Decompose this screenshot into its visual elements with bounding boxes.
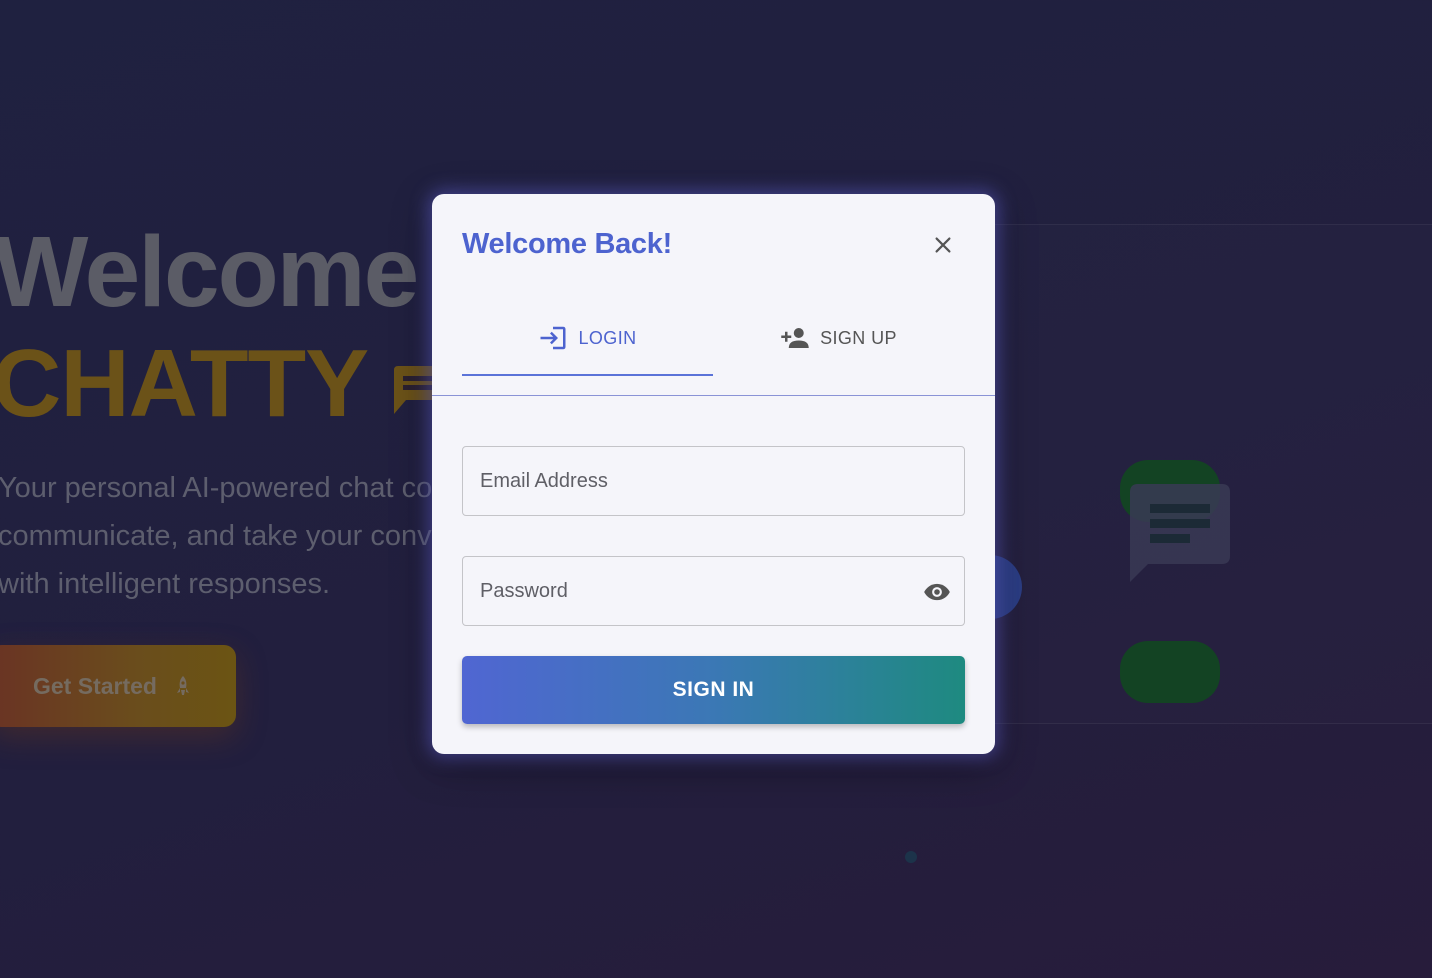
active-tab-indicator (462, 374, 713, 376)
email-placeholder: Email Address (480, 469, 608, 492)
hero-title-line2: CHATTY (0, 330, 369, 437)
login-icon (540, 326, 566, 350)
get-started-button: Get Started (0, 645, 236, 727)
password-placeholder: Password (480, 579, 568, 602)
tab-login[interactable]: LOGIN (462, 300, 713, 376)
tab-login-label: LOGIN (578, 327, 637, 348)
decorative-dot (905, 851, 917, 863)
eye-icon (924, 583, 950, 601)
chat-icon (1130, 484, 1230, 582)
person-add-icon (781, 328, 809, 348)
tabs-divider (432, 395, 995, 396)
get-started-label: Get Started (33, 672, 157, 699)
preview-bubble (1120, 641, 1220, 703)
tab-signup[interactable]: SIGN UP (713, 300, 964, 376)
hero-title-line1: Welcome t (0, 216, 476, 328)
toggle-password-visibility-button[interactable] (922, 578, 952, 606)
auth-tabs: LOGIN SIGN UP (462, 300, 965, 382)
tab-signup-label: SIGN UP (820, 327, 897, 348)
password-field[interactable]: Password (462, 556, 965, 626)
auth-dialog: Welcome Back! LOGIN SIGN UP Email Addres… (432, 194, 995, 754)
sign-in-button[interactable]: SIGN IN (462, 656, 965, 724)
close-button[interactable] (926, 228, 960, 262)
email-field[interactable]: Email Address (462, 446, 965, 516)
close-icon (935, 237, 951, 253)
dialog-title: Welcome Back! (462, 228, 672, 260)
rocket-icon (176, 676, 189, 695)
